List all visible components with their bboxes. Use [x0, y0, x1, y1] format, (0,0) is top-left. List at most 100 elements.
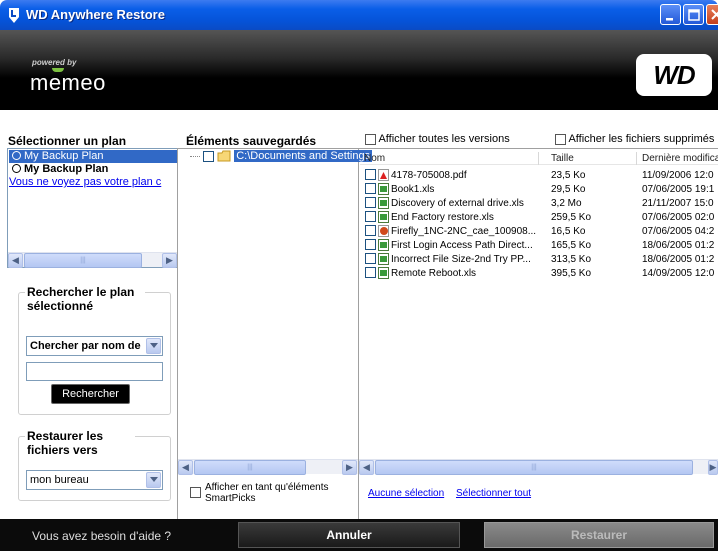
file-size: 395,5 Ko: [551, 268, 592, 279]
file-modified: 11/09/2006 12:0: [642, 170, 714, 181]
powered-by-label: powered by: [32, 58, 77, 67]
missing-plan-link[interactable]: Vous ne voyez pas votre plan c: [9, 176, 177, 189]
file-name-cell: Book1.xls: [365, 183, 545, 196]
plans-header: Sélectionner un plan: [8, 134, 127, 148]
file-checkbox[interactable]: [365, 239, 376, 250]
scroll-right-icon[interactable]: ▶: [342, 460, 357, 475]
file-size: 3,2 Mo: [551, 198, 582, 209]
folder-icon: [217, 150, 231, 162]
all-versions-checkbox[interactable]: [365, 133, 376, 145]
app-icon: [9, 8, 19, 23]
file-size: 16,5 Ko: [551, 226, 586, 237]
file-name-cell: 4178-705008.pdf: [365, 169, 545, 182]
file-checkbox[interactable]: [365, 253, 376, 264]
file-name: 4178-705008.pdf: [391, 170, 467, 181]
table-row[interactable]: Incorrect File Size-2nd Try PP... 313,5 K…: [360, 253, 718, 266]
xls-file-icon: [378, 211, 389, 223]
backed-up-header: Éléments sauvegardés: [186, 134, 317, 148]
deleted-files-label: Afficher les fichiers supprimés: [568, 133, 715, 145]
search-button[interactable]: Rechercher: [51, 384, 130, 404]
minimize-button[interactable]: [660, 4, 681, 25]
file-name-cell: Incorrect File Size-2nd Try PP...: [365, 253, 545, 266]
scroll-thumb[interactable]: |||: [375, 460, 693, 475]
select-none-link[interactable]: Aucune sélection: [368, 488, 444, 499]
file-name-cell: Firefly_1NC-2NC_cae_100908...: [365, 225, 545, 238]
file-name: Remote Reboot.xls: [391, 268, 477, 279]
plan-item[interactable]: My Backup Plan: [9, 150, 177, 163]
search-input[interactable]: [26, 362, 163, 381]
restore-button[interactable]: Restaurer: [484, 522, 714, 548]
table-row[interactable]: Book1.xls 29,5 Ko 07/06/2005 19:1: [360, 183, 718, 196]
deleted-files-checkbox[interactable]: [555, 133, 566, 145]
smartpicks-checkbox[interactable]: [190, 487, 201, 498]
file-size: 313,5 Ko: [551, 254, 592, 265]
minimize-icon: [666, 18, 673, 21]
scroll-left-icon[interactable]: ◀: [8, 253, 23, 268]
file-checkbox[interactable]: [365, 197, 376, 208]
tree-hscrollbar[interactable]: ◀ ||| ▶: [178, 459, 358, 475]
search-mode-dropdown[interactable]: Chercher par nom de: [26, 336, 163, 356]
restore-to-group: Restaurer les fichiers vers mon bureau: [18, 429, 171, 501]
restore-to-legend: Restaurer les fichiers vers: [25, 429, 135, 457]
scroll-left-icon[interactable]: ◀: [359, 460, 374, 475]
plan-list-hscrollbar[interactable]: ◀ ||| ▶: [8, 252, 177, 268]
xls-file-icon: [378, 267, 389, 279]
chevron-down-icon[interactable]: [146, 338, 161, 354]
chevron-down-icon[interactable]: [146, 472, 161, 488]
scroll-left-icon[interactable]: ◀: [178, 460, 193, 475]
file-checkbox[interactable]: [365, 267, 376, 278]
scroll-thumb[interactable]: |||: [24, 253, 142, 268]
file-name: Incorrect File Size-2nd Try PP...: [391, 254, 531, 265]
column-header-size[interactable]: Taille: [547, 152, 637, 165]
plan-list[interactable]: My Backup Plan My Backup Plan Vous ne vo…: [7, 148, 177, 268]
tree-root-item[interactable]: C:\Documents and Settings: [190, 150, 373, 164]
file-name-cell: End Factory restore.xls: [365, 211, 545, 224]
file-size: 29,5 Ko: [551, 184, 586, 195]
xls-file-icon: [378, 197, 389, 209]
scroll-right-icon[interactable]: ▶: [708, 460, 718, 475]
file-modified: 07/06/2005 04:2: [642, 226, 715, 237]
file-name-cell: First Login Access Path Direct...: [365, 239, 545, 252]
all-versions-label: Afficher toutes les versions: [378, 133, 510, 145]
maximize-icon: [688, 9, 700, 21]
file-table-hscrollbar[interactable]: ◀ ||| ▶: [359, 459, 718, 475]
file-name: Book1.xls: [391, 184, 435, 195]
table-row[interactable]: 4178-705008.pdf 23,5 Ko 11/09/2006 12:0: [360, 169, 718, 182]
cancel-button[interactable]: Annuler: [238, 522, 460, 548]
deleted-files-option[interactable]: Afficher les fichiers supprimés: [555, 133, 714, 145]
xls-file-icon: [378, 253, 389, 265]
help-link[interactable]: Vous avez besoin d'aide ?: [32, 529, 171, 543]
column-header-name[interactable]: Nom: [360, 152, 539, 165]
column-header-modified[interactable]: Dernière modifica: [638, 152, 718, 165]
close-button[interactable]: [706, 4, 718, 25]
table-row[interactable]: First Login Access Path Direct... 165,5 K…: [360, 239, 718, 252]
file-modified: 18/06/2005 01:2: [642, 240, 715, 251]
plan-icon: [12, 164, 21, 173]
file-checkbox[interactable]: [365, 169, 376, 180]
table-row[interactable]: Remote Reboot.xls 395,5 Ko 14/09/2005 12:0: [360, 267, 718, 280]
file-name-cell: Remote Reboot.xls: [365, 267, 545, 280]
file-modified: 21/11/2007 15:0: [642, 198, 714, 209]
maximize-button[interactable]: [683, 4, 704, 25]
file-modified: 18/06/2005 01:2: [642, 254, 715, 265]
scroll-right-icon[interactable]: ▶: [162, 253, 177, 268]
table-row[interactable]: Discovery of external drive.xls 3,2 Mo 21/…: [360, 197, 718, 210]
footer-bar: Vous avez besoin d'aide ? Annuler Restau…: [0, 519, 718, 551]
file-modified: 07/06/2005 19:1: [642, 184, 715, 195]
scroll-thumb[interactable]: |||: [194, 460, 306, 475]
wd-logo: WD: [636, 54, 712, 96]
title-bar[interactable]: WD Anywhere Restore: [0, 0, 718, 30]
window-title: WD Anywhere Restore: [26, 7, 165, 22]
memeo-logo: memeo: [30, 70, 106, 95]
file-checkbox[interactable]: [365, 225, 376, 236]
destination-dropdown[interactable]: mon bureau: [26, 470, 163, 490]
select-all-link[interactable]: Sélectionner tout: [456, 488, 531, 499]
plan-item[interactable]: My Backup Plan: [9, 163, 177, 176]
search-legend: Rechercher le plan sélectionné: [25, 285, 145, 313]
tree-root-checkbox[interactable]: [203, 150, 215, 162]
table-row[interactable]: End Factory restore.xls 259,5 Ko 07/06/200…: [360, 211, 718, 224]
file-checkbox[interactable]: [365, 211, 376, 222]
table-row[interactable]: Firefly_1NC-2NC_cae_100908... 16,5 Ko 07/0…: [360, 225, 718, 238]
all-versions-option[interactable]: Afficher toutes les versions: [365, 133, 510, 145]
file-checkbox[interactable]: [365, 183, 376, 194]
